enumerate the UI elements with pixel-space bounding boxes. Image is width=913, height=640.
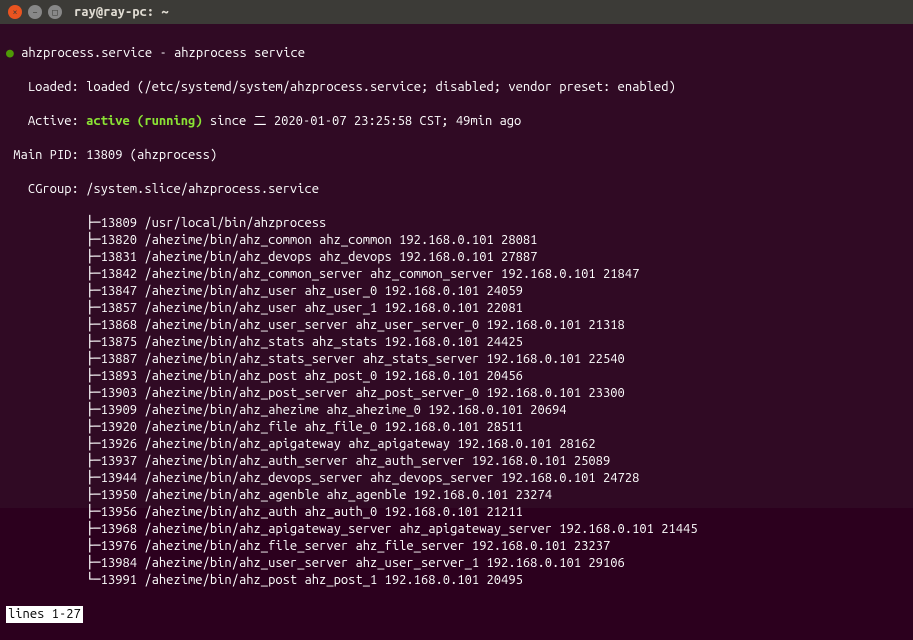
process-tree-line: ├─13944 /ahezime/bin/ahz_devops_server a… <box>6 470 907 487</box>
process-tree-line: ├─13831 /ahezime/bin/ahz_devops ahz_devo… <box>6 249 907 266</box>
pager-status-text: lines 1-27 <box>6 606 83 623</box>
process-tree-line: ├─13909 /ahezime/bin/ahz_ahezime ahz_ahe… <box>6 402 907 419</box>
process-tree-line: ├─13857 /ahezime/bin/ahz_user ahz_user_1… <box>6 300 907 317</box>
process-tree-line: ├─13842 /ahezime/bin/ahz_common_server a… <box>6 266 907 283</box>
process-tree: ├─13809 /usr/local/bin/ahzprocess ├─1382… <box>6 215 907 589</box>
process-tree-line: ├─13847 /ahezime/bin/ahz_user ahz_user_0… <box>6 283 907 300</box>
window-title: ray@ray-pc: ~ <box>74 5 169 19</box>
terminal-output[interactable]: ● ahzprocess.service - ahzprocess servic… <box>0 24 913 508</box>
active-label: Active: <box>6 114 86 128</box>
titlebar: × − □ ray@ray-pc: ~ <box>0 0 913 24</box>
active-line: Active: active (running) since 二 2020-01… <box>6 113 907 130</box>
close-icon[interactable]: × <box>8 5 22 19</box>
process-tree-line: ├─13968 /ahezime/bin/ahz_apigateway_serv… <box>6 521 907 538</box>
active-status: active (running) <box>86 114 202 128</box>
process-tree-line: ├─13887 /ahezime/bin/ahz_stats_server ah… <box>6 351 907 368</box>
service-description: ahzprocess service <box>174 46 305 60</box>
window-controls: × − □ <box>8 5 62 19</box>
pid-line: Main PID: 13809 (ahzprocess) <box>6 147 907 164</box>
process-tree-line: ├─13926 /ahezime/bin/ahz_apigateway ahz_… <box>6 436 907 453</box>
loaded-label: Loaded: <box>6 80 86 94</box>
service-name: ahzprocess.service <box>21 46 152 60</box>
process-tree-line: ├─13893 /ahezime/bin/ahz_post ahz_post_0… <box>6 368 907 385</box>
service-header: ● ahzprocess.service - ahzprocess servic… <box>6 45 907 62</box>
active-since: since 二 2020-01-07 23:25:58 CST; 49min a… <box>203 114 522 128</box>
process-tree-line: ├─13868 /ahezime/bin/ahz_user_server ahz… <box>6 317 907 334</box>
minimize-icon[interactable]: − <box>28 5 42 19</box>
status-dot-icon: ● <box>6 46 14 60</box>
pid-value: 13809 (ahzprocess) <box>86 148 217 162</box>
cgroup-label: CGroup: <box>6 182 86 196</box>
process-tree-line: ├─13984 /ahezime/bin/ahz_user_server ahz… <box>6 555 907 572</box>
process-tree-line: ├─13903 /ahezime/bin/ahz_post_server ahz… <box>6 385 907 402</box>
process-tree-line: ├─13956 /ahezime/bin/ahz_auth ahz_auth_0… <box>6 504 907 521</box>
process-tree-line: ├─13920 /ahezime/bin/ahz_file ahz_file_0… <box>6 419 907 436</box>
process-tree-line: ├─13937 /ahezime/bin/ahz_auth_server ahz… <box>6 453 907 470</box>
cgroup-path: /system.slice/ahzprocess.service <box>86 182 319 196</box>
process-tree-line: ├─13809 /usr/local/bin/ahzprocess <box>6 215 907 232</box>
process-tree-line: ├─13950 /ahezime/bin/ahz_agenble ahz_age… <box>6 487 907 504</box>
loaded-value: loaded (/etc/systemd/system/ahzprocess.s… <box>86 80 676 94</box>
process-tree-line: ├─13976 /ahezime/bin/ahz_file_server ahz… <box>6 538 907 555</box>
loaded-line: Loaded: loaded (/etc/systemd/system/ahzp… <box>6 79 907 96</box>
pid-label: Main PID: <box>6 148 86 162</box>
process-tree-line: └─13991 /ahezime/bin/ahz_post ahz_post_1… <box>6 572 907 589</box>
process-tree-line: ├─13820 /ahezime/bin/ahz_common ahz_comm… <box>6 232 907 249</box>
separator: - <box>159 46 166 60</box>
maximize-icon[interactable]: □ <box>48 5 62 19</box>
cgroup-line: CGroup: /system.slice/ahzprocess.service <box>6 181 907 198</box>
pager-status: lines 1-27 <box>6 606 907 623</box>
process-tree-line: ├─13875 /ahezime/bin/ahz_stats ahz_stats… <box>6 334 907 351</box>
